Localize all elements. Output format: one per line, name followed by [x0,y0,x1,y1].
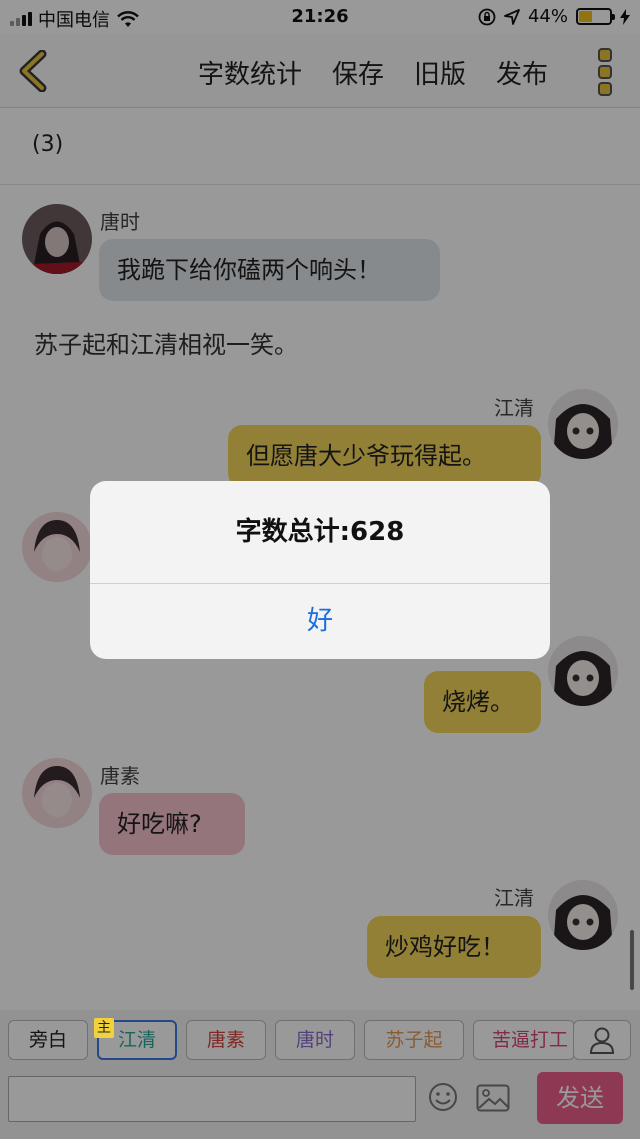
host-badge: 主 [94,1018,114,1038]
word-count-alert: 字数总计:628 好 [90,481,550,659]
alert-ok-button[interactable]: 好 [90,584,550,659]
alert-title: 字数总计:628 [235,517,405,547]
